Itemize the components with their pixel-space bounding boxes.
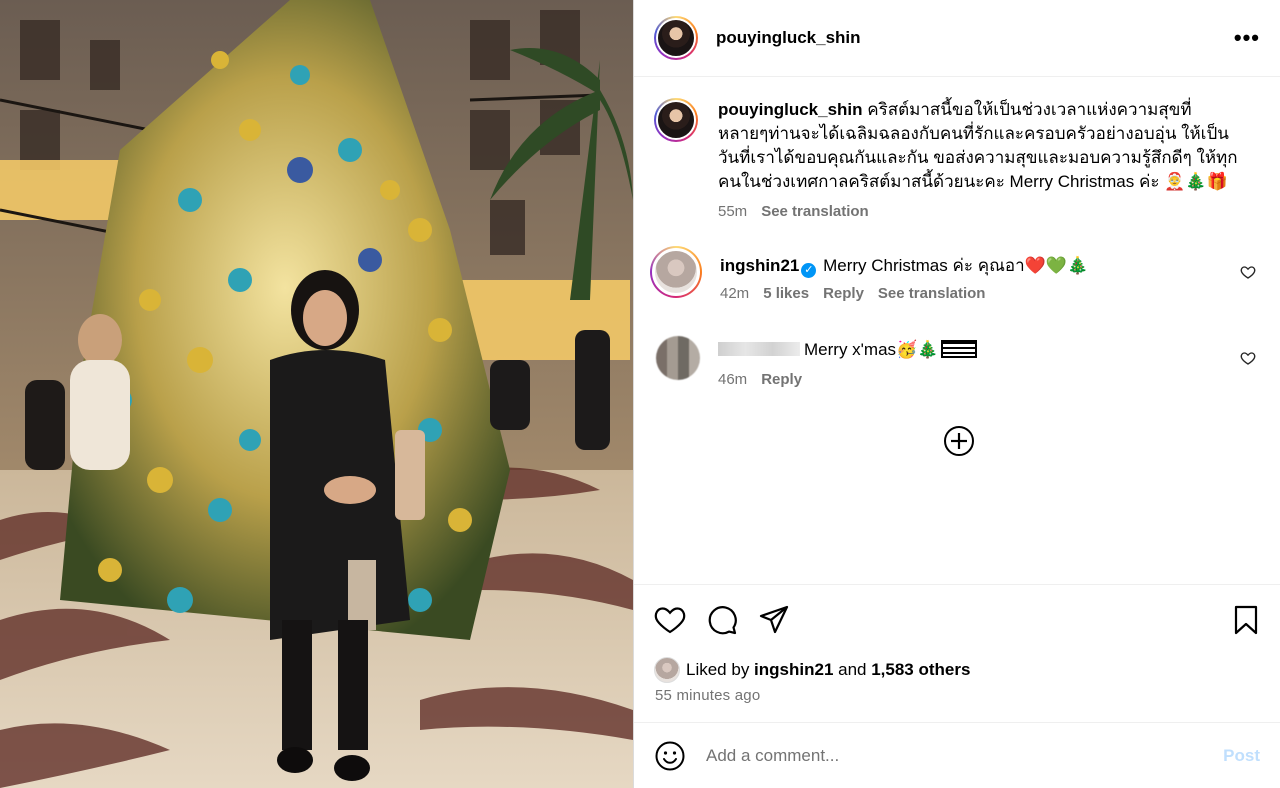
comment-item: Merry x'mas🥳🎄 46m Reply [654,336,1260,388]
redacted-glyph-icon [941,340,978,358]
comment-input[interactable] [706,745,1224,766]
comment-text: Merry x'mas🥳🎄 [804,340,939,359]
comment-meta: 46m Reply [718,371,1260,388]
author-avatar[interactable] [654,16,698,60]
post-header: pouyingluck_shin ••• [634,0,1280,77]
post-time-ago: 55 minutes ago [655,687,761,704]
commenter-username[interactable]: ingshin21 [720,256,799,275]
comment-time: 46m [718,371,748,388]
emoji-icon[interactable] [654,740,686,772]
caption-username[interactable]: pouyingluck_shin [718,100,863,119]
caption-meta: 55m See translation [718,203,1260,220]
comment-text: Merry Christmas ค่ะ คุณอา❤️💚🎄 [823,256,1089,275]
commenter-username-blurred[interactable] [718,342,800,356]
caption-text: pouyingluck_shin คริสต์มาสนี้ขอให้เป็นช่… [718,98,1260,194]
liked-by-mid: and [833,660,872,679]
caption-line-3: วันที่เราได้ขอบคุณกันและกัน ขอส่งความสุข… [718,148,1238,167]
caption-time: 55m [718,203,748,220]
caption-line-2: หลายๆท่านจะได้เฉลิมฉลองกับคนที่รักและครอ… [718,124,1229,143]
liked-by-others[interactable]: 1,583 others [871,660,970,680]
comment-time: 42m [720,285,750,302]
bookmark-icon[interactable] [1230,604,1262,636]
reply-button[interactable]: Reply [761,371,802,388]
more-options-icon[interactable]: ••• [1234,27,1260,49]
load-more-comments-icon[interactable] [943,425,975,457]
commenter-avatar[interactable] [650,246,702,298]
post-detail-panel: pouyingluck_shin ••• pouyingluck_shin คร… [633,0,1280,788]
commenter-avatar[interactable] [656,336,700,380]
see-translation-link[interactable]: See translation [878,285,986,302]
christmas-tree-photo [0,0,633,788]
post-photo[interactable] [0,0,633,788]
liked-by-prefix: Liked by [686,660,755,679]
author-username[interactable]: pouyingluck_shin [716,28,861,48]
caption-line-4: คนในช่วงเทศกาลคริสต์มาสนี้ด้วยนะคะ Merry… [718,172,1228,191]
post-comment-button[interactable]: Post [1223,746,1260,766]
comment-like-heart-icon[interactable] [1240,264,1256,280]
comment-like-heart-icon[interactable] [1240,350,1256,366]
see-translation-link[interactable]: See translation [761,203,869,220]
reply-button[interactable]: Reply [823,285,864,302]
comment-icon[interactable] [706,604,738,636]
caption: pouyingluck_shin คริสต์มาสนี้ขอให้เป็นช่… [654,98,1260,220]
post-actions: Liked by ingshin21 and 1,583 others 55 m… [634,584,1280,722]
liker-avatar[interactable] [654,657,680,683]
comment-meta: 42m 5 likes Reply See translation [720,285,1260,302]
comment-likes[interactable]: 5 likes [763,285,809,302]
share-icon[interactable] [758,604,790,636]
liked-by-user[interactable]: ingshin21 [754,660,833,680]
caption-line-1: คริสต์มาสนี้ขอให้เป็นช่วงเวลาแห่งความสุข… [867,100,1192,119]
liked-by: Liked by ingshin21 and 1,583 others [654,657,970,683]
heart-icon[interactable] [654,604,686,636]
verified-badge-icon: ✓ [801,263,817,278]
comment-item: ingshin21 ✓ Merry Christmas ค่ะ คุณอา❤️💚🎄… [650,246,1260,302]
comment-composer: Post [634,722,1280,788]
comments-section: pouyingluck_shin คริสต์มาสนี้ขอให้เป็นช่… [634,78,1280,584]
caption-avatar[interactable] [654,98,698,142]
